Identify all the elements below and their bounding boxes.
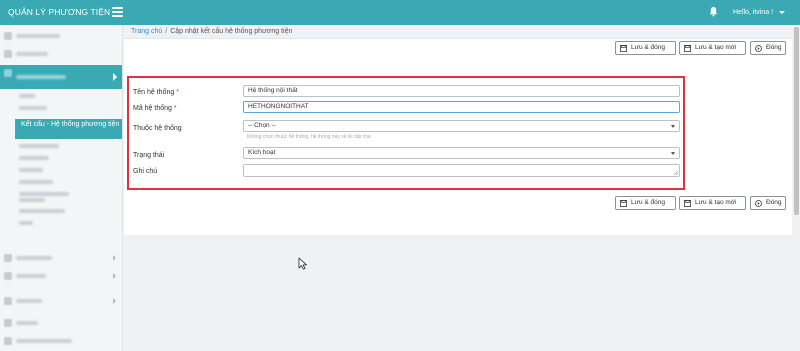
sidebar-item-icon <box>4 254 12 262</box>
sidebar-item-icon <box>4 50 12 58</box>
sidebar-subitem[interactable] <box>19 209 65 213</box>
sidebar-item[interactable] <box>0 250 122 266</box>
save-close-button-bottom[interactable]: Lưu & đóng <box>615 196 676 210</box>
sidebar-item[interactable] <box>0 46 122 62</box>
chevron-right-icon <box>113 273 116 279</box>
resize-handle-icon[interactable] <box>673 170 678 175</box>
status-select[interactable]: Kích hoạt <box>243 147 680 159</box>
mouse-cursor-icon <box>298 257 307 270</box>
parent-hint: Không chọn thuộc hệ thống, hệ thống này … <box>247 134 371 140</box>
breadcrumb-home-link[interactable]: Trang chủ <box>131 28 162 35</box>
sidebar-item-icon <box>4 272 12 280</box>
breadcrumb-separator: / <box>165 28 168 35</box>
save-new-button[interactable]: Lưu & tạo mới <box>679 41 746 55</box>
required-mark: * <box>176 89 179 96</box>
chevron-right-icon <box>113 255 116 261</box>
page-scrollbar-thumb[interactable] <box>794 27 799 215</box>
parent-system-value: -- Chọn -- <box>248 122 276 129</box>
save-close-label: Lưu & đóng <box>631 44 665 51</box>
sidebar-item[interactable] <box>0 293 122 309</box>
save-new-label: Lưu & tạo mới <box>695 44 737 51</box>
sidebar-subitem[interactable] <box>19 192 69 196</box>
app-title[interactable]: QUẢN LÝ PHƯƠNG TIỆN <box>8 0 122 25</box>
save-icon <box>620 44 627 52</box>
sidebar-item[interactable] <box>0 333 122 349</box>
sidebar-item[interactable] <box>0 28 122 44</box>
breadcrumb: Trang chủ / Cập nhật kết cấu hệ thống phươ… <box>131 27 292 36</box>
sidebar-subitem[interactable] <box>19 180 53 184</box>
chevron-right-icon <box>113 73 117 81</box>
sidebar-item[interactable] <box>0 268 122 284</box>
system-name-input[interactable]: Hệ thống nội thất <box>243 85 680 97</box>
sidebar-subitem[interactable] <box>19 94 35 98</box>
save-icon <box>684 199 691 207</box>
sidebar-subitem[interactable] <box>19 156 49 160</box>
status-value: Kích hoạt <box>248 149 276 156</box>
close-circle-icon <box>755 44 762 52</box>
code-label-text: Mã hệ thống <box>133 105 172 112</box>
required-mark: * <box>173 105 177 112</box>
sidebar-subitem[interactable] <box>19 198 45 202</box>
sidebar-subitem[interactable] <box>19 168 43 172</box>
caret-down-icon[interactable] <box>779 11 785 14</box>
name-label-text: Tên hệ thống <box>133 89 175 96</box>
close-circle-icon <box>755 199 762 207</box>
sidebar-subitem[interactable] <box>19 221 33 225</box>
save-close-label: Lưu & đóng <box>631 199 665 206</box>
close-label: Đóng <box>766 199 782 206</box>
sidebar-item-active-group[interactable] <box>0 65 122 89</box>
name-label: Tên hệ thống * <box>133 88 179 97</box>
main-content: Trang chủ / Cập nhật kết cấu hệ thống phươ… <box>124 25 792 351</box>
note-label: Ghi chú <box>133 168 158 175</box>
save-icon <box>684 44 691 52</box>
close-button-bottom[interactable]: Đóng <box>750 196 786 210</box>
menu-icon[interactable] <box>112 7 123 17</box>
sidebar-item-icon <box>4 319 12 327</box>
sidebar-subitem[interactable] <box>19 106 47 110</box>
status-label: Trạng thái <box>133 152 165 159</box>
sidebar-item-icon <box>4 32 12 40</box>
chevron-down-icon <box>671 152 675 155</box>
form-panel: Lưu & đóng Lưu & tạo mới Đóng Tên hệ thố… <box>124 38 792 235</box>
save-icon <box>620 199 627 207</box>
sidebar-item-icon <box>4 337 12 345</box>
form-highlight-box: Tên hệ thống * Hệ thống nội thất Mã hệ t… <box>127 76 685 190</box>
sidebar-item-current[interactable]: Kết cấu - Hệ thống phương tiện <box>15 119 122 139</box>
breadcrumb-current: Cập nhật kết cấu hệ thống phương tiện <box>170 28 293 35</box>
chevron-down-icon <box>671 125 675 128</box>
save-close-button[interactable]: Lưu & đóng <box>615 41 676 55</box>
close-label: Đóng <box>766 44 782 51</box>
sidebar-item-icon <box>4 297 12 305</box>
top-navbar: QUẢN LÝ PHƯƠNG TIỆN Hello, itvina ! <box>0 0 800 25</box>
parent-system-select[interactable]: -- Chọn -- <box>243 120 680 132</box>
sidebar-item-icon <box>4 69 12 77</box>
bell-icon[interactable] <box>709 6 718 17</box>
close-button[interactable]: Đóng <box>750 41 786 55</box>
parent-label: Thuộc hệ thống <box>133 125 182 132</box>
sidebar: Kết cấu - Hệ thống phương tiện <box>0 25 123 351</box>
save-new-button-bottom[interactable]: Lưu & tạo mới <box>679 196 746 210</box>
user-greeting[interactable]: Hello, itvina ! <box>733 0 773 25</box>
code-label: Mã hệ thống * <box>133 104 177 113</box>
sidebar-subitem[interactable] <box>19 144 59 148</box>
system-code-input[interactable]: HETHONGNOITHAT <box>243 101 680 113</box>
note-textarea[interactable] <box>243 164 680 177</box>
save-new-label: Lưu & tạo mới <box>695 199 737 206</box>
sidebar-item[interactable] <box>0 315 122 331</box>
chevron-right-icon <box>113 298 116 304</box>
